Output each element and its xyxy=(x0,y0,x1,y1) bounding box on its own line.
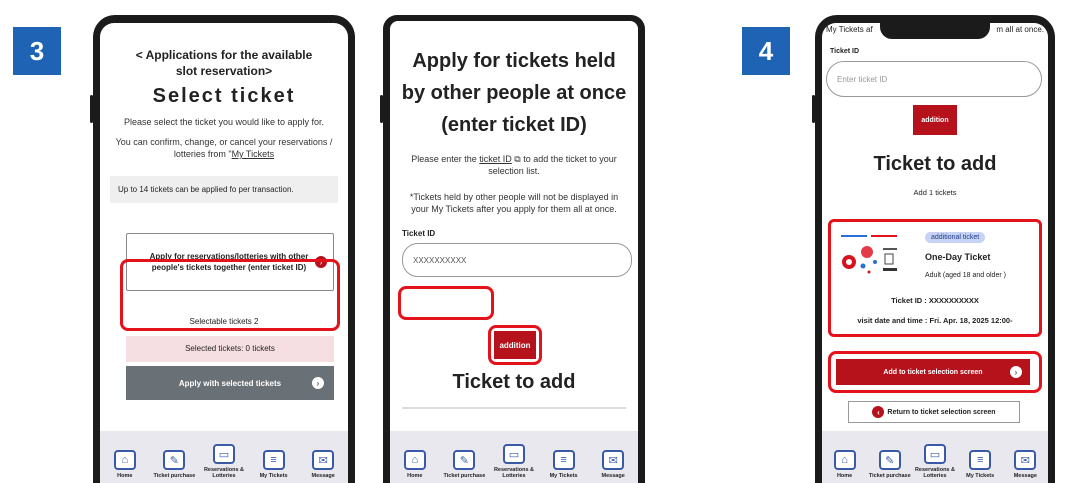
page-title: Select ticket xyxy=(152,85,296,107)
note-text: *Tickets held by other people will not b… xyxy=(409,192,619,214)
count-text: Add 1 tickets xyxy=(913,188,957,197)
visit-date-time: visit date and time : Fri. Apr. 18, 2025… xyxy=(857,316,1013,325)
bottom-nav: ⌂ Home ✎ Ticket purchase ▭ Reservations & L… xyxy=(822,431,1048,483)
ticket-card: additional ticket One-Day Ticket Adult (… xyxy=(828,219,1042,337)
nav-message[interactable]: ✉ Message xyxy=(591,450,635,479)
home-icon: ⌂ xyxy=(113,450,136,470)
page-title: Apply for tickets held by other people a… xyxy=(401,50,627,136)
limit-note: Up to 14 tickets can be applied fo per t… xyxy=(110,176,338,203)
step-badge-4: 4 xyxy=(742,27,790,75)
selected-count: Selected tickets: 0 tickets xyxy=(126,336,334,362)
bottom-nav: ⌂ Home ✎ Ticket purchase ▭ Reservations & L… xyxy=(100,431,348,483)
highlight-ticket-id-input xyxy=(398,286,494,320)
ticket-icon: ✎ xyxy=(878,450,901,470)
nav-ticket-purchase[interactable]: ✎ Ticket purchase xyxy=(442,450,486,479)
ticket-type: Adult (aged 18 and older ) xyxy=(925,272,1006,279)
arrow-left-icon: ‹ xyxy=(872,406,885,418)
nav-reservations[interactable]: ▭ Reservations & Lotteries xyxy=(202,444,246,479)
nav-my-tickets[interactable]: ≡ My Tickets xyxy=(542,450,586,479)
screen-select-ticket: < Applications for the available slot re… xyxy=(100,23,348,483)
header-line-2: slot reservation> xyxy=(175,64,273,78)
mail-icon: ✉ xyxy=(312,450,335,470)
calendar-icon: ▭ xyxy=(212,444,235,464)
nav-ticket-purchase[interactable]: ✎ Ticket purchase xyxy=(152,450,196,479)
confirm-text: You can confirm, change, or cancel your … xyxy=(115,137,333,159)
ticket-id-input[interactable]: Enter ticket ID xyxy=(826,61,1042,97)
ticket-id-label: Ticket ID xyxy=(402,229,436,238)
instruction-text: Please select the ticket you would like … xyxy=(123,117,325,127)
phone-ticket-to-add: My Tickets af m all at once. Ticket ID E… xyxy=(812,15,1055,483)
clipboard-icon: ≡ xyxy=(969,450,992,470)
step-badge-3: 3 xyxy=(13,27,61,75)
ticket-id-label: Ticket ID xyxy=(830,48,860,55)
nav-home[interactable]: ⌂ Home xyxy=(393,450,437,479)
my-tickets-link[interactable]: My Tickets xyxy=(232,149,275,159)
addition-button[interactable]: addition xyxy=(913,105,957,135)
calendar-icon: ▭ xyxy=(502,444,525,464)
apply-selected-button[interactable]: Apply with selected tickets › xyxy=(126,366,334,400)
clipboard-icon: ≡ xyxy=(262,450,285,470)
nav-home[interactable]: ⌂ Home xyxy=(823,450,867,479)
additional-ticket-badge: additional ticket xyxy=(925,232,986,243)
highlight-add-to-selection xyxy=(828,351,1042,393)
external-link-icon: ⧉ xyxy=(511,154,521,164)
instruction-text: Please enter the ticket ID ⧉ to add the … xyxy=(411,154,617,176)
nav-message[interactable]: ✉ Message xyxy=(1003,450,1047,479)
home-icon: ⌂ xyxy=(403,450,426,470)
clipboard-icon: ≡ xyxy=(552,450,575,470)
mail-icon: ✉ xyxy=(602,450,625,470)
phone-select-ticket: < Applications for the available slot re… xyxy=(90,15,355,483)
calendar-icon: ▭ xyxy=(923,444,946,464)
section-title: Ticket to add xyxy=(873,153,997,175)
section-title: Ticket to add xyxy=(452,371,576,393)
ticket-id: Ticket ID : XXXXXXXXXX xyxy=(891,296,979,305)
ticket-icon: ✎ xyxy=(163,450,186,470)
highlight-addition-button xyxy=(488,325,542,365)
ticket-id-link[interactable]: ticket ID xyxy=(479,154,512,164)
return-button[interactable]: ‹ Return to ticket selection screen xyxy=(848,401,1020,423)
nav-reservations[interactable]: ▭ Reservations & Lotteries xyxy=(913,444,957,479)
arrow-right-icon: › xyxy=(312,377,324,389)
ticket-name: One-Day Ticket xyxy=(925,252,991,262)
ticket-id-input[interactable]: XXXXXXXXXX xyxy=(402,243,632,277)
header-line-1: < Applications for the available xyxy=(135,48,313,62)
nav-message[interactable]: ✉ Message xyxy=(301,450,345,479)
highlight-apply-others xyxy=(120,259,340,331)
phone-enter-ticket-id: Apply for tickets held by other people a… xyxy=(380,15,645,483)
bottom-nav: ⌂ Home ✎ Ticket purchase ▭ Reservations & L… xyxy=(390,431,638,483)
divider xyxy=(402,407,626,409)
ticket-image xyxy=(837,232,905,280)
screen-enter-ticket-id: Apply for tickets held by other people a… xyxy=(390,21,638,483)
mail-icon: ✉ xyxy=(1014,450,1037,470)
nav-reservations[interactable]: ▭ Reservations & Lotteries xyxy=(492,444,536,479)
nav-home[interactable]: ⌂ Home xyxy=(103,450,147,479)
home-icon: ⌂ xyxy=(833,450,856,470)
screen-ticket-to-add: My Tickets af m all at once. Ticket ID E… xyxy=(822,23,1048,483)
nav-ticket-purchase[interactable]: ✎ Ticket purchase xyxy=(868,450,912,479)
nav-my-tickets[interactable]: ≡ My Tickets xyxy=(252,450,296,479)
ticket-icon: ✎ xyxy=(453,450,476,470)
nav-my-tickets[interactable]: ≡ My Tickets xyxy=(958,450,1002,479)
